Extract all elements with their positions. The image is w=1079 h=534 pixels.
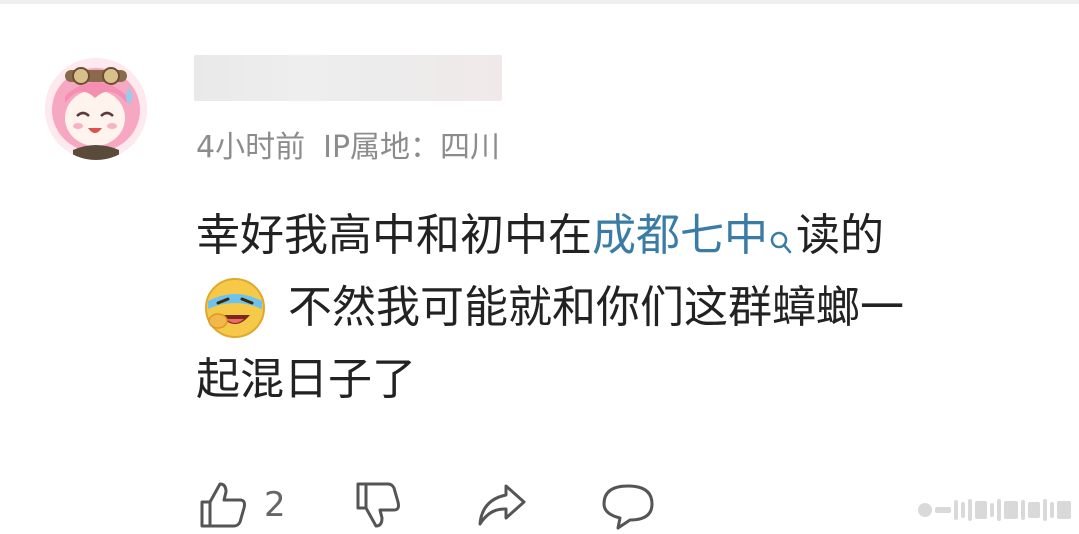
comment-text-segment: 幸好我高中和初中在 — [196, 210, 592, 261]
comment-card: 4小时前 IP属地：四川 幸好我高中和初中在 成都七中 读的 不然我可能就和你们… — [0, 0, 1079, 534]
comment-actions: 2 — [196, 475, 656, 534]
share-icon — [478, 484, 526, 526]
topic-link[interactable]: 成都七中 — [592, 200, 768, 272]
thumbs-up-icon — [200, 482, 246, 528]
reply-button[interactable] — [600, 478, 656, 532]
comment-icon — [602, 484, 654, 530]
comment-line-1: 幸好我高中和初中在 成都七中 读的 — [196, 200, 1016, 272]
comment-text-segment: 起混日子了 — [196, 354, 416, 405]
dislike-button[interactable] — [350, 478, 404, 532]
username-redacted — [194, 55, 502, 101]
share-button[interactable] — [474, 478, 530, 532]
top-divider — [0, 0, 1079, 4]
comment-text-segment: 不然我可能就和你们这群蟑螂一 — [288, 282, 904, 333]
watermark — [841, 496, 1071, 524]
like-count: 2 — [264, 485, 286, 525]
comment-text-segment: 读的 — [796, 210, 884, 261]
ip-location: IP属地：四川 — [323, 130, 501, 165]
comment-text: 幸好我高中和初中在 成都七中 读的 不然我可能就和你们这群蟑螂一 起混日子了 — [196, 200, 1016, 416]
comment-line-2: 不然我可能就和你们这群蟑螂一 — [196, 272, 1016, 344]
like-button[interactable]: 2 — [196, 478, 286, 532]
comment-meta: 4小时前 IP属地：四川 — [196, 124, 501, 165]
anime-girl-avatar-icon — [45, 58, 147, 160]
comment-line-3: 起混日子了 — [196, 344, 1016, 416]
laughing-crying-emoji-icon — [204, 277, 266, 339]
search-icon[interactable] — [768, 209, 794, 254]
avatar[interactable] — [45, 58, 147, 160]
timestamp: 4小时前 — [196, 130, 306, 165]
thumbs-down-icon — [356, 482, 400, 528]
